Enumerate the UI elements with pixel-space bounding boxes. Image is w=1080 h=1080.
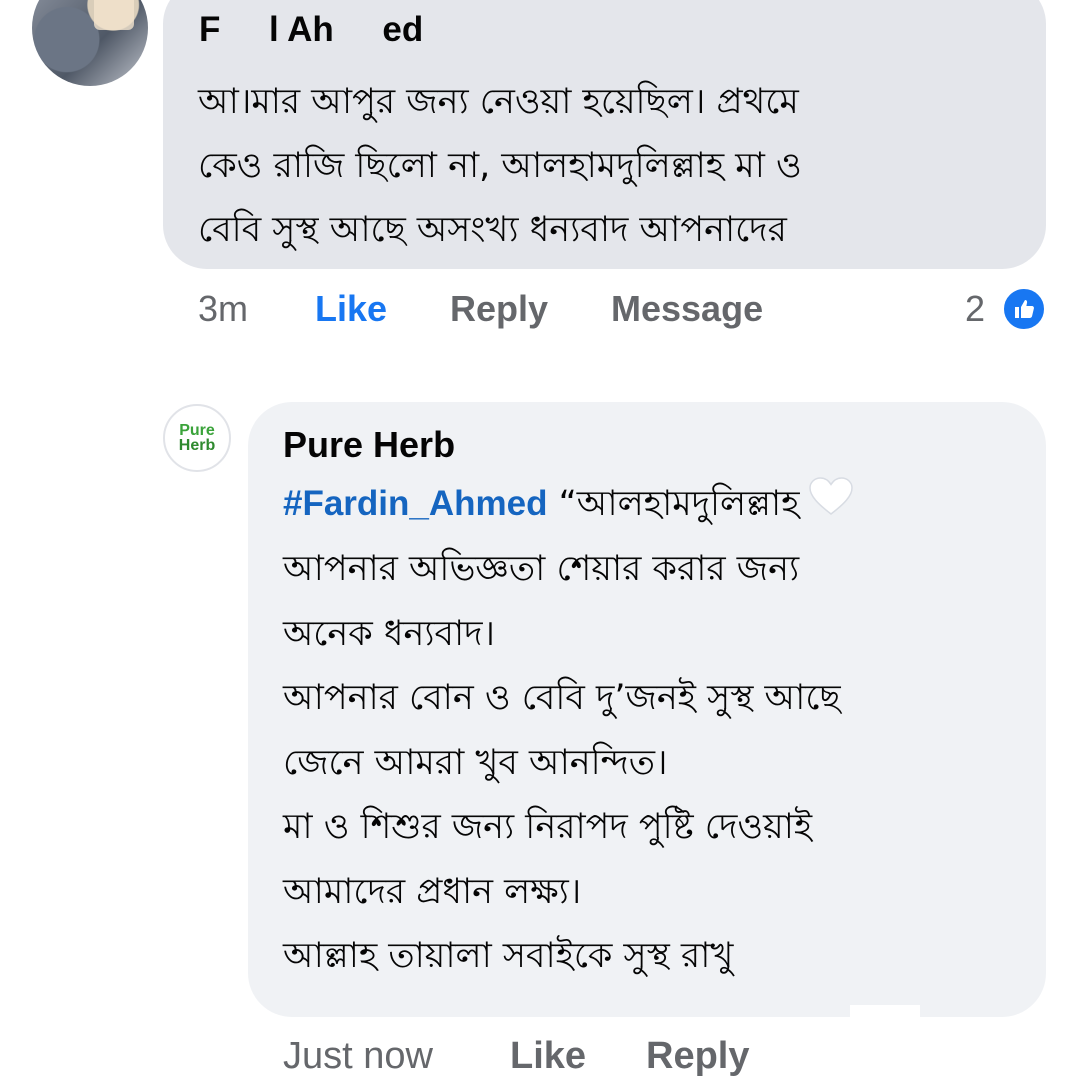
reply-text-line: আপনার অভিজ্ঞতা শেয়ার করার জন্য bbox=[283, 549, 800, 590]
avatar-logo-text: Pure bbox=[179, 422, 215, 439]
comment-text-line: কেও রাজি ছিলো না, আলহামদুলিল্লাহ মা ও bbox=[198, 146, 802, 186]
bubble-notch bbox=[850, 1005, 920, 1019]
like-icon[interactable] bbox=[1001, 286, 1047, 332]
reply-text-segment: “আলহামদুলিল্লাহ bbox=[558, 484, 800, 524]
comment-text-line: বেবি সুস্থ আছে অসংখ্য ধন্যবাদ আপনাদের bbox=[198, 210, 787, 250]
comment-author-name[interactable]: F l Ah ed bbox=[199, 10, 423, 50]
comment-text: আ।মার আপুর জন্য নেওয়া হয়েছিল। প্রথমে ক… bbox=[198, 70, 1018, 262]
reaction-count[interactable]: 2 bbox=[965, 288, 985, 330]
reply-like-button[interactable]: Like bbox=[510, 1035, 586, 1078]
reply-text: #Fardin_Ahmed “আলহামদুলিল্লাহ আপনার অভিজ… bbox=[283, 472, 1023, 989]
reply-text-line: আমাদের প্রধান লক্ষ্য। bbox=[283, 871, 582, 912]
reply-reply-button[interactable]: Reply bbox=[646, 1035, 749, 1078]
like-button[interactable]: Like bbox=[315, 288, 387, 330]
reply-text-line: মা ও শিশুর জন্য নিরাপদ পুষ্টি দেওয়াই bbox=[283, 807, 813, 848]
reply-text-line: আল্লাহ তায়ালা সবাইকে সুস্থ রাখু bbox=[283, 936, 734, 977]
page-avatar[interactable]: Pure Herb bbox=[163, 404, 231, 472]
comment-text-line: আ।মার আপুর জন্য নেওয়া হয়েছিল। প্রথমে bbox=[198, 82, 799, 122]
avatar-logo-text: Herb bbox=[178, 437, 216, 454]
comment-timestamp: 3m bbox=[198, 288, 249, 329]
reply-timestamp: Just now bbox=[283, 1035, 433, 1077]
reply-author-name[interactable]: Pure Herb bbox=[283, 424, 455, 466]
message-button[interactable]: Message bbox=[611, 288, 763, 330]
reply-text-line: আপনার বোন ও বেবি দু’জনই সুস্থ আছে bbox=[283, 678, 841, 719]
reply-button[interactable]: Reply bbox=[450, 288, 548, 330]
reply-text-line: অনেক ধন্যবাদ। bbox=[283, 613, 496, 654]
mention-link[interactable]: #Fardin_Ahmed bbox=[283, 484, 548, 523]
reply-text-line: জেনে আমরা খুব আনন্দিত। bbox=[283, 742, 668, 783]
reply-text-line: #Fardin_Ahmed “আলহামদুলিল্লাহ bbox=[283, 472, 1023, 537]
white-heart-icon bbox=[808, 473, 854, 538]
commenter-avatar[interactable] bbox=[32, 0, 148, 86]
